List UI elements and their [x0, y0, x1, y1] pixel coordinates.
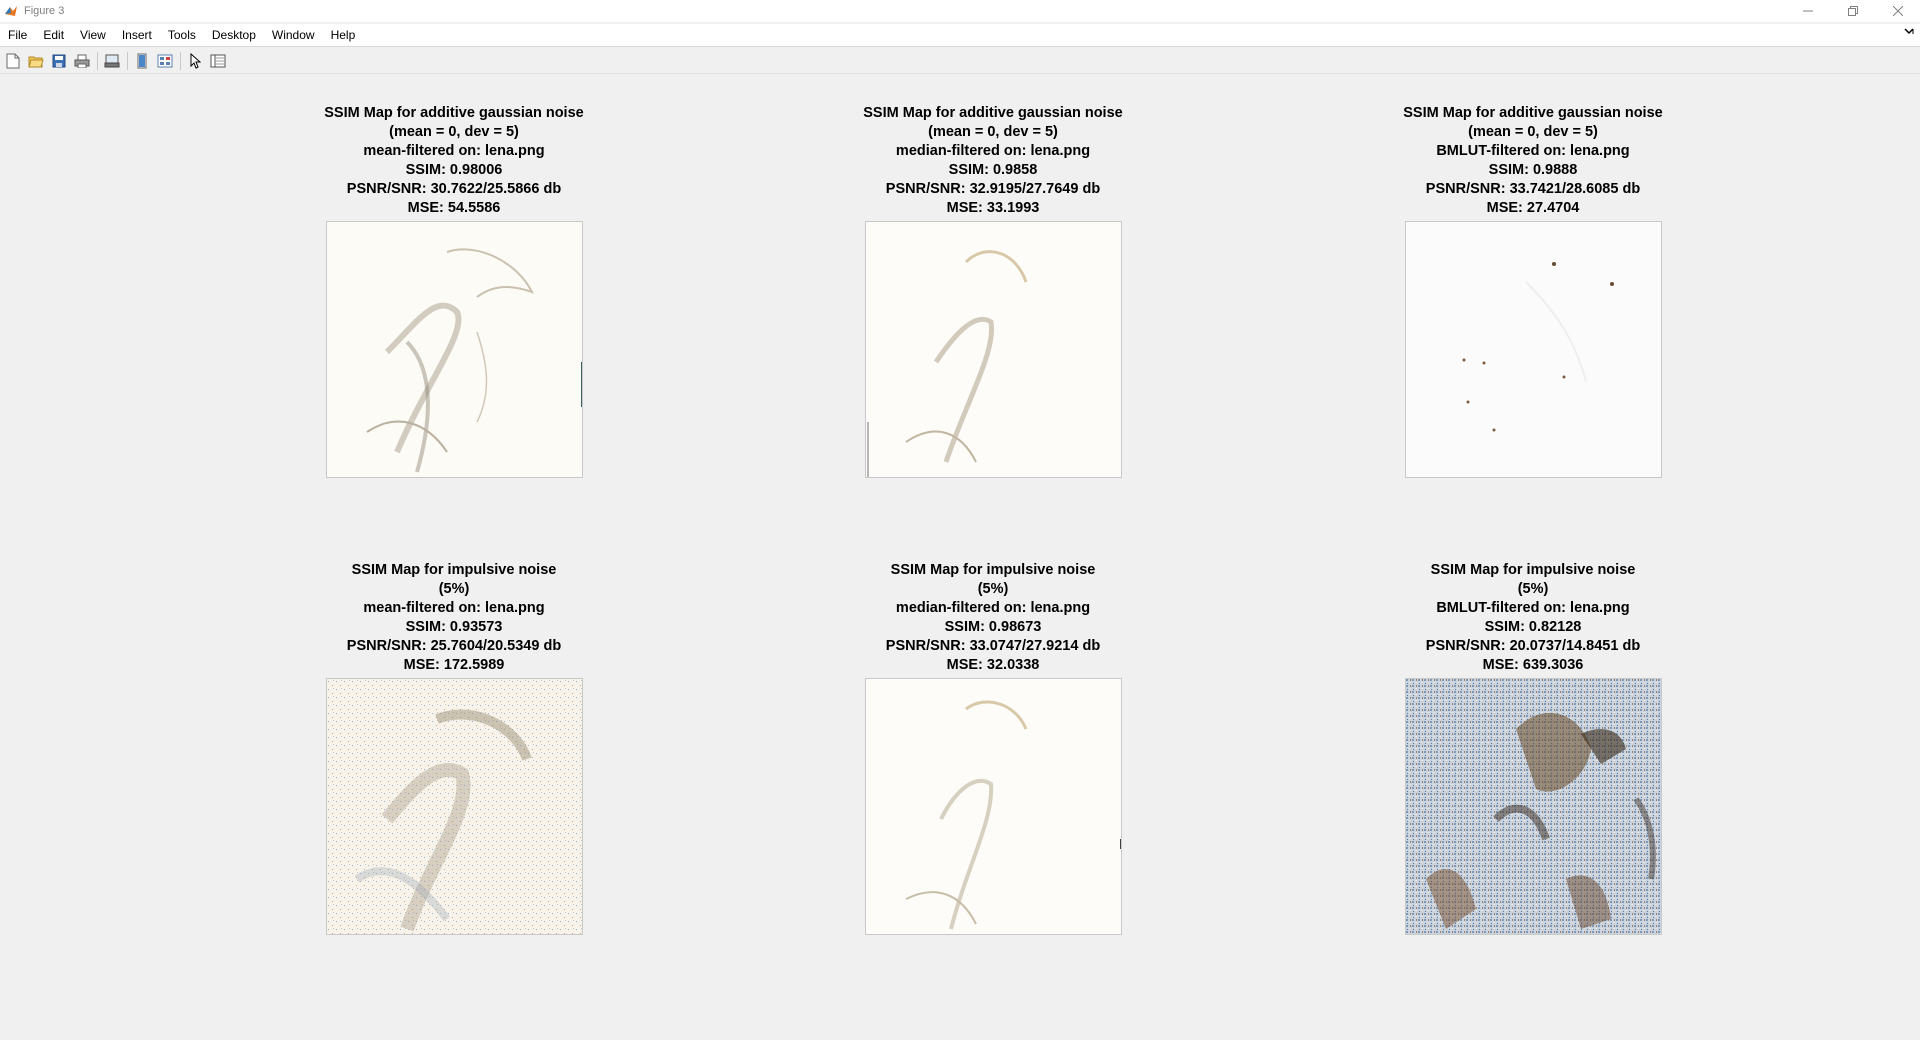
property-inspector-icon[interactable] — [208, 51, 228, 71]
menu-insert[interactable]: Insert — [114, 24, 160, 46]
title-line: MSE: 639.3036 — [1482, 657, 1584, 673]
print-preview-icon[interactable] — [102, 51, 122, 71]
title-line: SSIM: 0.82128 — [1484, 619, 1582, 635]
toolbar-separator — [97, 51, 98, 70]
save-icon[interactable] — [49, 51, 69, 71]
title-line: SSIM: 0.9888 — [1488, 162, 1578, 178]
title-line: PSNR/SNR: 32.9195/27.7649 db — [885, 181, 1101, 197]
title-line: MSE: 54.5586 — [407, 200, 501, 216]
subplot-gaussian-mean: SSIM Map for additive gaussian noise (me… — [184, 104, 724, 218]
menu-view[interactable]: View — [72, 24, 114, 46]
title-line: (mean = 0, dev = 5) — [928, 124, 1058, 140]
minimize-icon[interactable] — [1785, 0, 1830, 22]
ssim-map-image[interactable] — [326, 221, 583, 478]
edit-plot-icon[interactable] — [185, 51, 205, 71]
figure-canvas[interactable]: SSIM Map for additive gaussian noise (me… — [0, 75, 1920, 1040]
title-line: SSIM: 0.98673 — [944, 619, 1042, 635]
toolbar-separator — [180, 51, 181, 70]
menu-edit[interactable]: Edit — [35, 24, 72, 46]
subplot-impulsive-mean: SSIM Map for impulsive noise (5%) mean-f… — [184, 561, 724, 675]
ssim-map-image[interactable] — [865, 221, 1122, 478]
title-line: PSNR/SNR: 30.7622/25.5866 db — [346, 181, 562, 197]
restore-icon[interactable] — [1830, 0, 1875, 22]
ssim-map-image[interactable] — [326, 678, 583, 935]
title-line: (5%) — [1517, 581, 1549, 597]
title-line: SSIM: 0.9858 — [948, 162, 1038, 178]
title-line: PSNR/SNR: 20.0737/14.8451 db — [1425, 638, 1641, 654]
subplot-gaussian-median: SSIM Map for additive gaussian noise (me… — [723, 104, 1263, 218]
title-line: BMLUT-filtered on: lena.png — [1436, 143, 1630, 159]
insert-colorbar-icon[interactable] — [155, 51, 175, 71]
title-line: median-filtered on: lena.png — [895, 600, 1091, 616]
menu-bar: File Edit View Insert Tools Desktop Wind… — [0, 24, 1920, 47]
title-line: (mean = 0, dev = 5) — [1468, 124, 1598, 140]
title-line: (5%) — [438, 581, 470, 597]
menu-window[interactable]: Window — [264, 24, 323, 46]
menu-tools[interactable]: Tools — [160, 24, 204, 46]
title-line: median-filtered on: lena.png — [895, 143, 1091, 159]
subplot-title: SSIM Map for additive gaussian noise (me… — [723, 104, 1263, 218]
close-icon[interactable] — [1875, 0, 1920, 22]
title-line: SSIM: 0.98006 — [405, 162, 503, 178]
subplot-title: SSIM Map for impulsive noise (5%) BMLUT-… — [1263, 561, 1803, 675]
link-plot-icon[interactable] — [132, 51, 152, 71]
title-line: mean-filtered on: lena.png — [363, 600, 545, 616]
title-line: MSE: 32.0338 — [946, 657, 1040, 673]
toolbar-separator — [127, 51, 128, 70]
ssim-map-image[interactable] — [865, 678, 1122, 935]
dock-arrow-icon[interactable] — [1904, 28, 1914, 39]
title-line: mean-filtered on: lena.png — [363, 143, 545, 159]
subplot-impulsive-median: SSIM Map for impulsive noise (5%) median… — [723, 561, 1263, 675]
title-line: (5%) — [977, 581, 1009, 597]
subplot-title: SSIM Map for impulsive noise (5%) mean-f… — [184, 561, 724, 675]
title-line: PSNR/SNR: 33.0747/27.9214 db — [885, 638, 1101, 654]
title-line: SSIM Map for impulsive noise — [351, 562, 557, 578]
subplot-title: SSIM Map for impulsive noise (5%) median… — [723, 561, 1263, 675]
window-title: Figure 3 — [24, 5, 65, 17]
title-line: (mean = 0, dev = 5) — [389, 124, 519, 140]
title-line: SSIM Map for additive gaussian noise — [1403, 105, 1663, 121]
title-line: SSIM: 0.93573 — [405, 619, 503, 635]
title-line: BMLUT-filtered on: lena.png — [1436, 600, 1630, 616]
ssim-map-image[interactable] — [1405, 678, 1662, 935]
subplot-gaussian-bmlut: SSIM Map for additive gaussian noise (me… — [1263, 104, 1803, 218]
subplot-title: SSIM Map for additive gaussian noise (me… — [1263, 104, 1803, 218]
title-line: PSNR/SNR: 25.7604/20.5349 db — [346, 638, 562, 654]
new-figure-icon[interactable] — [3, 51, 23, 71]
title-line: MSE: 33.1993 — [946, 200, 1040, 216]
title-line: SSIM Map for impulsive noise — [1430, 562, 1636, 578]
matlab-logo-icon — [4, 4, 18, 18]
ssim-map-image[interactable] — [1405, 221, 1662, 478]
figure-toolbar — [0, 48, 1920, 74]
title-bar: Figure 3 — [0, 0, 1920, 22]
title-line: MSE: 172.5989 — [403, 657, 505, 673]
menu-file[interactable]: File — [0, 24, 35, 46]
title-line: SSIM Map for additive gaussian noise — [324, 105, 584, 121]
window-controls — [1785, 0, 1920, 22]
open-file-icon[interactable] — [26, 51, 46, 71]
menu-desktop[interactable]: Desktop — [204, 24, 264, 46]
subplot-impulsive-bmlut: SSIM Map for impulsive noise (5%) BMLUT-… — [1263, 561, 1803, 675]
title-line: SSIM Map for additive gaussian noise — [863, 105, 1123, 121]
menu-help[interactable]: Help — [323, 24, 364, 46]
title-line: SSIM Map for impulsive noise — [890, 562, 1096, 578]
subplot-title: SSIM Map for additive gaussian noise (me… — [184, 104, 724, 218]
figure-window: Figure 3 File Edit View Insert Tools Des… — [0, 0, 1920, 1040]
title-line: MSE: 27.4704 — [1486, 200, 1580, 216]
print-icon[interactable] — [72, 51, 92, 71]
title-line: PSNR/SNR: 33.7421/28.6085 db — [1425, 181, 1641, 197]
